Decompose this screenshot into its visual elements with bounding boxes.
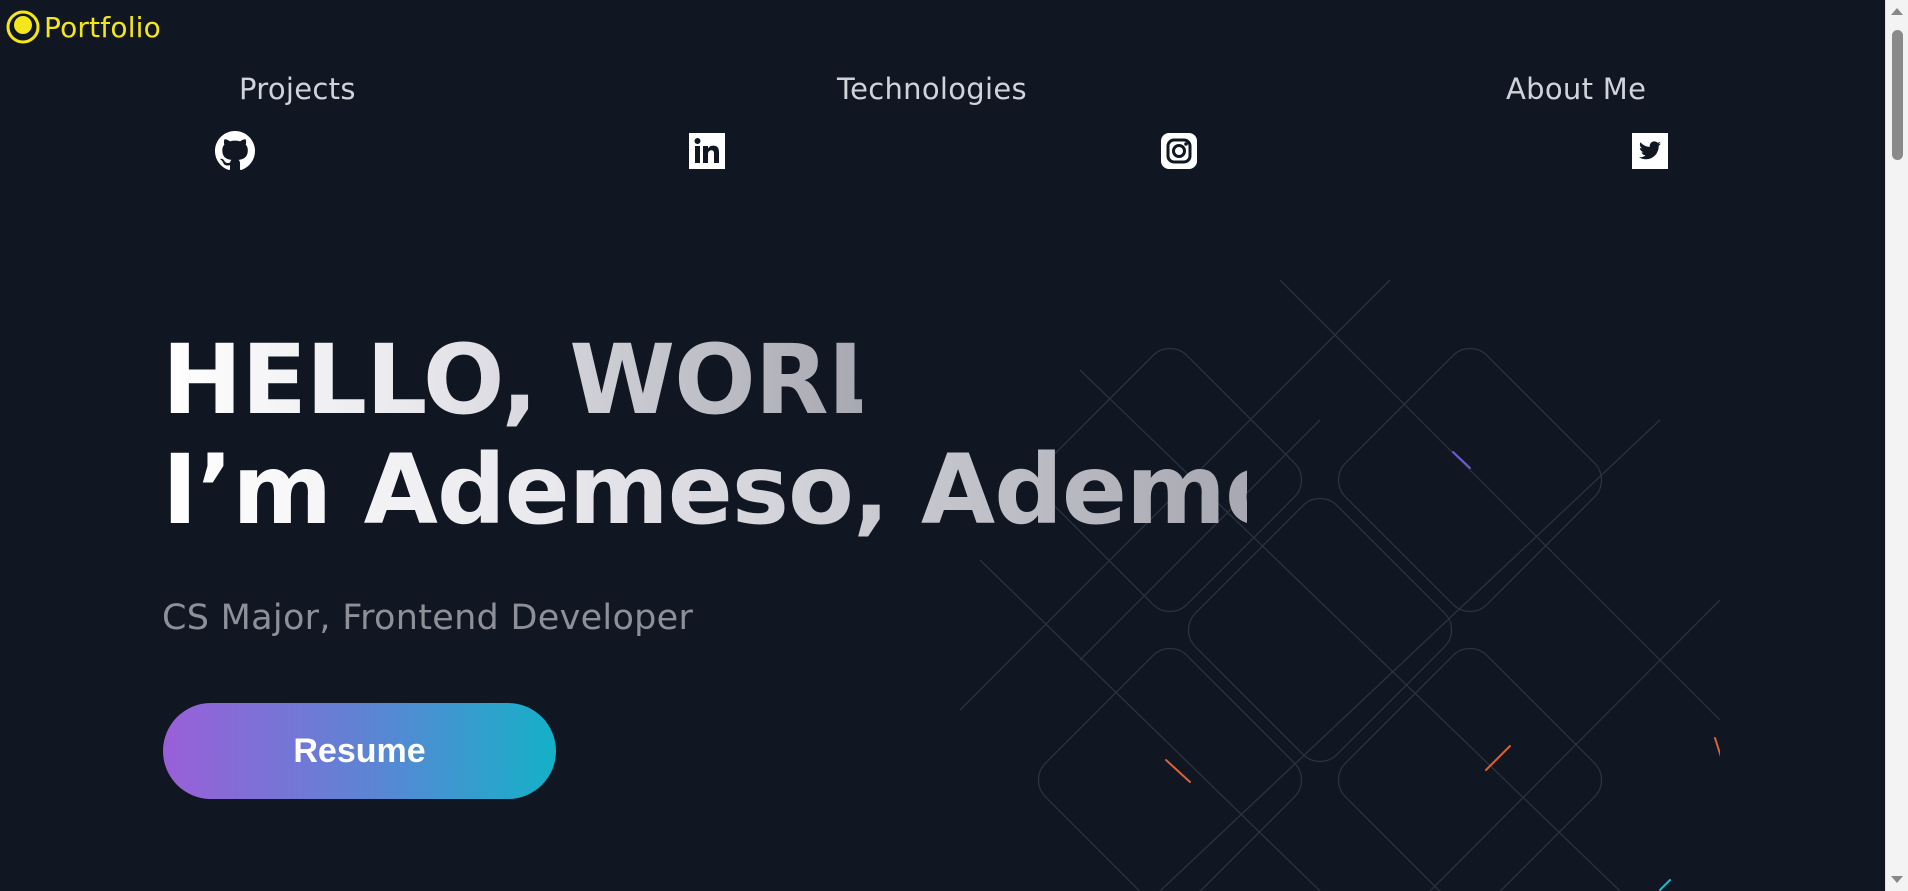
background-grid-pattern [960, 279, 1720, 891]
linkedin-icon [689, 133, 725, 169]
scroll-down-icon[interactable] [1891, 876, 1903, 883]
scroll-up-icon[interactable] [1891, 8, 1903, 15]
logo-text: Portfolio [44, 10, 161, 44]
github-icon [215, 131, 255, 171]
nav-link-technologies[interactable]: Technologies [837, 72, 1027, 106]
twitter-icon [1632, 133, 1668, 169]
github-link[interactable] [215, 131, 255, 171]
resume-button[interactable]: Resume [163, 703, 556, 799]
nav-link-about-me[interactable]: About Me [1506, 72, 1646, 106]
linkedin-link[interactable] [687, 131, 727, 171]
instagram-link[interactable] [1159, 131, 1199, 171]
instagram-icon [1161, 133, 1197, 169]
hero-name: I’m Ademeso, Ademola. [162, 434, 1422, 546]
scrollbar-thumb[interactable] [1892, 30, 1903, 160]
nav-link-projects[interactable]: Projects [239, 72, 356, 106]
page-scrollbar[interactable] [1885, 0, 1908, 891]
logo[interactable]: Portfolio [6, 10, 161, 44]
page: Portfolio Projects Technologies About Me [0, 0, 1908, 891]
logo-icon [6, 10, 40, 44]
hero-greeting: HELLO, WORLD. [162, 324, 1003, 436]
hero-subtitle: CS Major, Frontend Developer [162, 598, 694, 638]
twitter-link[interactable] [1630, 131, 1670, 171]
